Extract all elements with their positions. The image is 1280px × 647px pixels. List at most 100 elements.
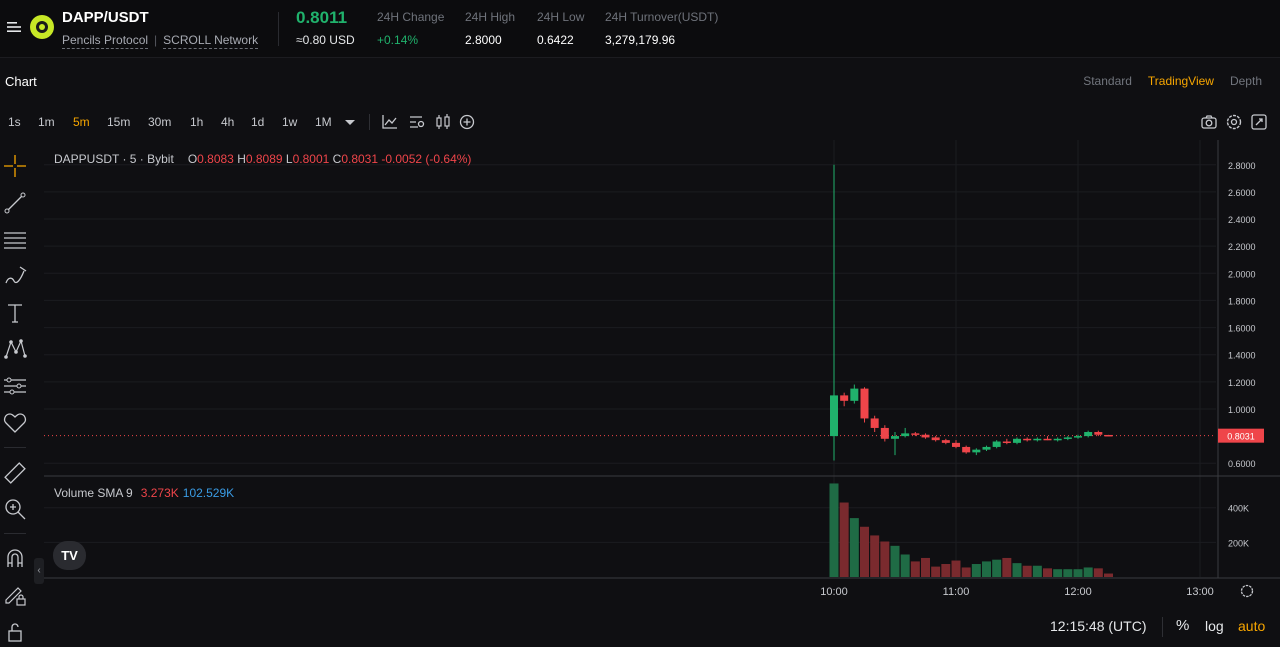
- stat-label: 24H Low: [537, 10, 585, 24]
- volume-bar: [890, 545, 900, 577]
- tool-divider: [4, 447, 26, 448]
- y-tick-label: 2.2000: [1228, 242, 1256, 252]
- timeframe-5m[interactable]: 5m: [73, 115, 90, 129]
- add-icon[interactable]: [458, 113, 476, 131]
- settings-lines-icon[interactable]: [408, 113, 426, 131]
- volume-bar: [982, 561, 991, 577]
- view-tabs: Standard TradingView Depth: [1083, 74, 1262, 88]
- candle-body: [1043, 438, 1052, 441]
- candle-body: [1023, 438, 1032, 441]
- tab-depth[interactable]: Depth: [1230, 74, 1262, 88]
- auto-scale-button[interactable]: auto: [1238, 618, 1265, 634]
- log-scale-button[interactable]: log: [1205, 618, 1224, 634]
- candle-body: [1104, 434, 1113, 437]
- candle-body: [921, 434, 930, 438]
- volume-bar: [829, 483, 839, 577]
- gear-icon[interactable]: [1225, 113, 1243, 131]
- stat-label: 24H High: [465, 10, 516, 24]
- volume-bar: [1083, 567, 1093, 577]
- timeframe-1h[interactable]: 1h: [190, 115, 203, 129]
- volume-bar: [1012, 563, 1022, 577]
- volume-tick-label: 200K: [1228, 538, 1249, 548]
- fullscreen-icon[interactable]: [1250, 113, 1268, 131]
- x-tick-label: 11:00: [943, 586, 970, 598]
- stat-24h-change: 24H Change +0.14%: [377, 10, 444, 47]
- ruler-icon[interactable]: [2, 460, 28, 486]
- low-label: L: [285, 152, 293, 166]
- candle-body: [1084, 432, 1093, 437]
- y-tick-label: 2.8000: [1228, 161, 1256, 171]
- volume-value: 3.273K: [140, 486, 179, 500]
- y-tick-label: 1.0000: [1228, 405, 1256, 415]
- tool-divider: [4, 533, 26, 534]
- dropdown-icon[interactable]: [341, 113, 359, 131]
- stat-value: 0.6422: [537, 33, 574, 47]
- indicator-icon[interactable]: [381, 113, 399, 131]
- candle-icon[interactable]: [434, 113, 452, 131]
- timeframe-4h[interactable]: 4h: [221, 115, 234, 129]
- zoom-icon[interactable]: [2, 496, 28, 522]
- pair-tags: Pencils Protocol | SCROLL Network: [62, 33, 259, 49]
- stat-label: 24H Change: [377, 10, 445, 24]
- tab-tradingview[interactable]: TradingView: [1148, 74, 1214, 88]
- magnet-icon[interactable]: [2, 545, 28, 571]
- price-chart[interactable]: 2.8000 2.6000 2.4000 2.2000 2.0000 1.8000 1.60…: [44, 140, 1280, 610]
- volume-bar: [961, 567, 971, 577]
- tradingview-logo[interactable]: TV: [53, 541, 86, 570]
- y-tick-label: 1.8000: [1228, 296, 1256, 306]
- axis-settings-icon[interactable]: [1240, 584, 1254, 598]
- fib-lines-icon[interactable]: [2, 227, 28, 253]
- pattern-icon[interactable]: [2, 336, 28, 362]
- y-tick-label: 2.0000: [1228, 269, 1256, 279]
- measure-icon[interactable]: [2, 373, 28, 399]
- volume-bar: [1002, 557, 1012, 577]
- volume-bar: [1022, 565, 1032, 577]
- pair-title[interactable]: DAPP/USDT: [62, 9, 149, 26]
- volume-bar: [1063, 569, 1073, 577]
- project-tag[interactable]: Pencils Protocol: [62, 33, 149, 49]
- chart-toolbar: 1s 1m 5m 15m 30m 1h 4h 1d 1w 1M: [0, 112, 1280, 132]
- trend-line-icon[interactable]: [2, 190, 28, 216]
- crosshair-icon[interactable]: [2, 153, 28, 179]
- timeframe-1M[interactable]: 1M: [315, 115, 332, 129]
- timeframe-1m[interactable]: 1m: [38, 115, 55, 129]
- stat-value: 3,279,179.96: [605, 33, 676, 47]
- toolbar-divider: [369, 114, 370, 130]
- utc-clock[interactable]: 12:15:48 (UTC): [1050, 618, 1146, 634]
- volume-bar: [839, 502, 849, 577]
- menu-icon[interactable]: [6, 19, 22, 35]
- candle-body: [880, 427, 889, 439]
- y-tick-label: 2.6000: [1228, 188, 1256, 198]
- volume-sma-value: 102.529K: [182, 486, 235, 500]
- favorites-icon[interactable]: [2, 410, 28, 436]
- volume-bar: [971, 564, 981, 577]
- current-price-label: 0.8031: [1227, 432, 1255, 442]
- ohlc-legend: DAPPUSDT · 5 · Bybit O0.8083 H0.8089 L0.…: [54, 152, 471, 166]
- volume-bar: [941, 564, 951, 577]
- price-usd: ≈0.80 USD: [296, 33, 355, 47]
- timeframe-1w[interactable]: 1w: [282, 115, 297, 129]
- candle-body: [972, 449, 981, 453]
- volume-bar: [860, 526, 869, 577]
- low-value: 0.8001: [292, 152, 330, 166]
- camera-icon[interactable]: [1200, 113, 1218, 131]
- timeframe-30m[interactable]: 30m: [148, 115, 171, 129]
- brush-icon[interactable]: [2, 263, 28, 289]
- high-value: 0.8089: [245, 152, 283, 166]
- percent-scale-button[interactable]: %: [1176, 617, 1189, 634]
- timeframe-1d[interactable]: 1d: [251, 115, 264, 129]
- volume-legend: Volume SMA 9 3.273K 102.529K: [54, 486, 234, 500]
- tab-standard[interactable]: Standard: [1083, 74, 1132, 88]
- lock-draw-icon[interactable]: [2, 582, 28, 608]
- symbol-label: DAPPUSDT · 5 · Bybit: [54, 152, 174, 166]
- volume-bar: [1043, 568, 1052, 577]
- candle-body: [830, 395, 838, 437]
- timeframe-15m[interactable]: 15m: [107, 115, 130, 129]
- candle-body: [992, 441, 1001, 447]
- candle-body: [860, 388, 869, 419]
- collapse-toolbar-button[interactable]: ‹: [34, 558, 44, 584]
- timeframe-1s[interactable]: 1s: [8, 115, 21, 129]
- volume-tick-label: 400K: [1228, 504, 1249, 514]
- text-icon[interactable]: [2, 300, 28, 326]
- network-tag[interactable]: SCROLL Network: [163, 33, 259, 49]
